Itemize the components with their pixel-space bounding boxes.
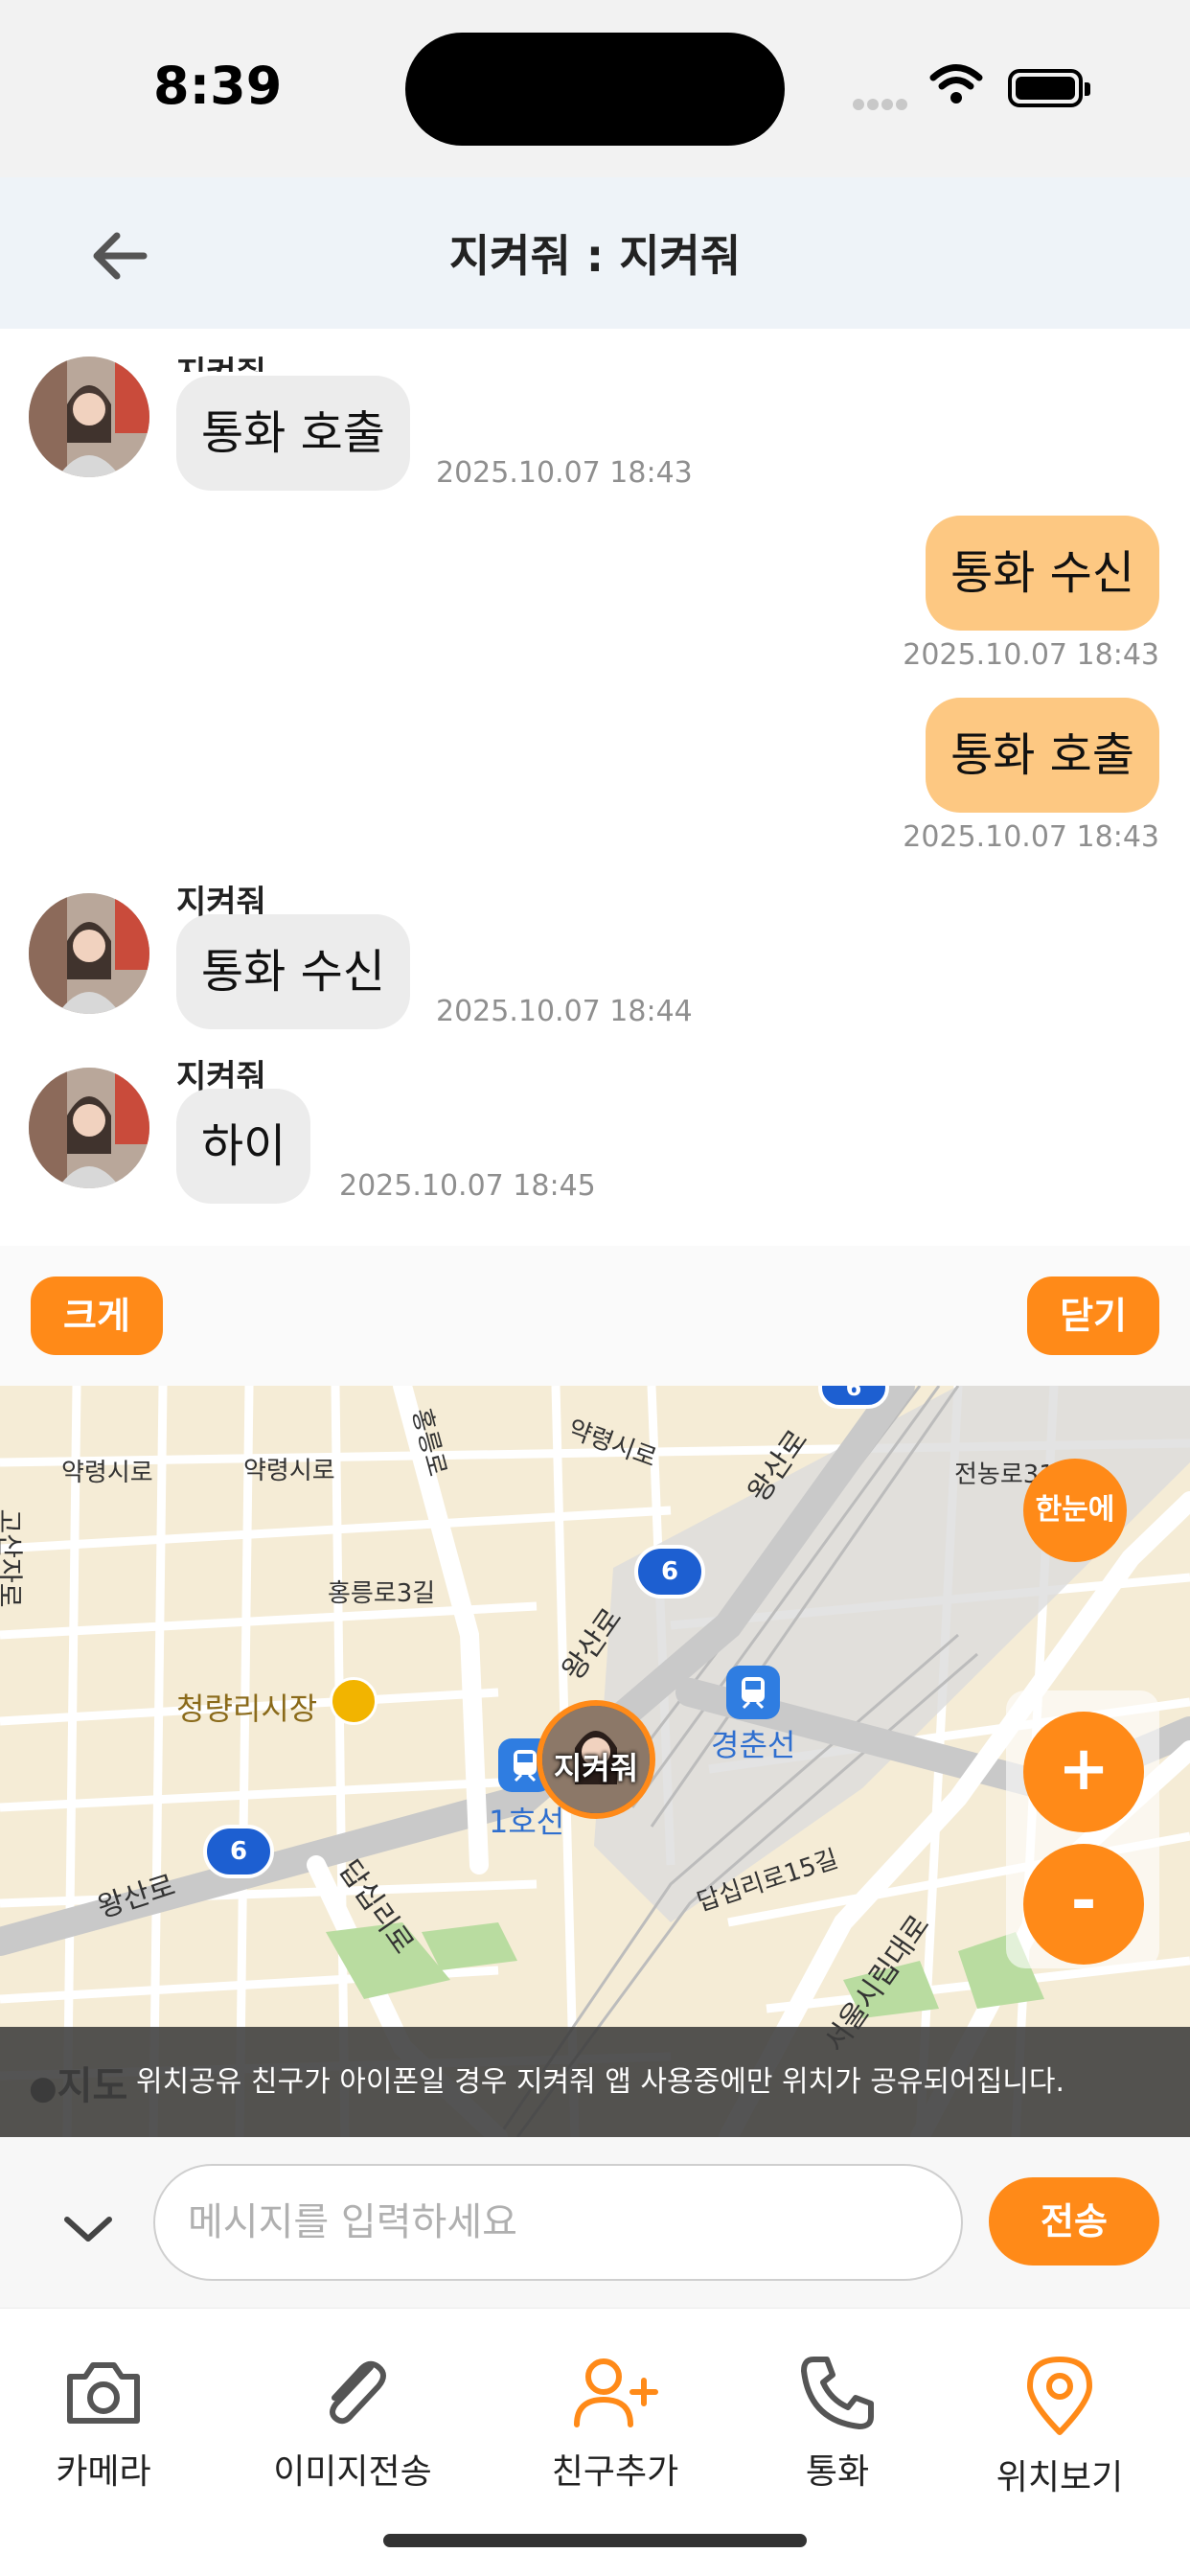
- message-timestamp: 2025.10.07 18:43: [903, 638, 1159, 672]
- zoom-in-button[interactable]: +: [1023, 1712, 1144, 1832]
- add-user-icon: [574, 2358, 658, 2427]
- map-label: 약령시로: [243, 1457, 335, 1485]
- call-button[interactable]: 통화: [742, 2354, 933, 2494]
- user-location-marker[interactable]: 지켜줘: [537, 1700, 655, 1819]
- map-toolbar: [0, 1246, 1190, 1386]
- overview-button[interactable]: 한눈에: [1023, 1459, 1127, 1562]
- location-pin-icon: [1027, 2357, 1092, 2435]
- message-bubble[interactable]: 통화 수신: [926, 516, 1159, 631]
- route-shield: 6: [634, 1545, 705, 1598]
- signal-icon: [853, 96, 910, 114]
- marker-label: 지켜줘: [553, 1750, 639, 1786]
- map-label: 약령시로: [61, 1459, 153, 1487]
- battery-icon: [1008, 69, 1090, 107]
- message-timestamp: 2025.10.07 18:43: [903, 820, 1159, 854]
- nav-label: 통화: [805, 2452, 870, 2492]
- nav-label: 친구추가: [551, 2452, 679, 2492]
- page-title: 지켜줘 : 지켜줘: [448, 230, 742, 282]
- dynamic-island: [405, 33, 785, 146]
- send-button[interactable]: 전송: [989, 2177, 1159, 2266]
- avatar[interactable]: [29, 893, 149, 1014]
- map-label: 홍릉로3길: [328, 1579, 436, 1608]
- wifi-icon: [929, 63, 983, 109]
- message-bubble[interactable]: 통화 수신: [176, 914, 410, 1029]
- image-send-button[interactable]: 이미지전송: [257, 2354, 448, 2494]
- avatar[interactable]: [29, 356, 149, 477]
- route-shield: 6: [203, 1825, 274, 1878]
- train-station-icon: [726, 1666, 780, 1719]
- nav-label: 이미지전송: [273, 2452, 432, 2492]
- map-label: 고산자로: [0, 1508, 26, 1608]
- camera-button[interactable]: 카메라: [8, 2354, 199, 2494]
- home-indicator[interactable]: [383, 2534, 807, 2547]
- message-bubble[interactable]: 하이: [176, 1089, 311, 1204]
- phone-icon: [801, 2357, 874, 2429]
- camera-icon: [67, 2362, 140, 2424]
- enlarge-map-button[interactable]: 크게: [31, 1276, 163, 1355]
- nav-label: 위치보기: [995, 2458, 1124, 2497]
- message-input[interactable]: 메시지를 입력하세요: [153, 2164, 963, 2281]
- paperclip-icon: [330, 2360, 386, 2425]
- message-timestamp: 2025.10.07 18:44: [436, 995, 693, 1028]
- map-label-station: 경춘선: [711, 1727, 796, 1763]
- map-label-market: 청량리시장: [176, 1690, 318, 1727]
- nav-label: 카메라: [56, 2452, 151, 2492]
- view-location-button[interactable]: 위치보기: [964, 2354, 1156, 2499]
- message-bubble[interactable]: 통화 호출: [926, 698, 1159, 813]
- map-view[interactable]: 6 6 6 약령시로 약령시로 약령시로 왕산로 왕산로 왕산로 홍릉로 홍릉로…: [0, 1386, 1190, 2137]
- sender-name: 지켜줘: [176, 347, 266, 372]
- shopping-bag-icon: [330, 1677, 378, 1725]
- avatar[interactable]: [29, 1068, 149, 1188]
- message-timestamp: 2025.10.07 18:43: [436, 456, 693, 490]
- message-timestamp: 2025.10.07 18:45: [339, 1169, 596, 1203]
- message-bubble[interactable]: 통화 호출: [176, 376, 410, 491]
- zoom-out-button[interactable]: -: [1023, 1844, 1144, 1965]
- chevron-down-icon[interactable]: [59, 2200, 117, 2258]
- location-notice: 위치공유 친구가 아이폰일 경우 지켜줘 앱 사용중에만 위치가 공유되어집니다…: [0, 2027, 1190, 2137]
- route-shield: 6: [818, 1386, 889, 1409]
- add-friend-button[interactable]: 친구추가: [519, 2354, 711, 2494]
- back-arrow-icon[interactable]: [86, 222, 153, 289]
- close-map-button[interactable]: 닫기: [1027, 1276, 1159, 1355]
- status-time: 8:39: [153, 56, 283, 116]
